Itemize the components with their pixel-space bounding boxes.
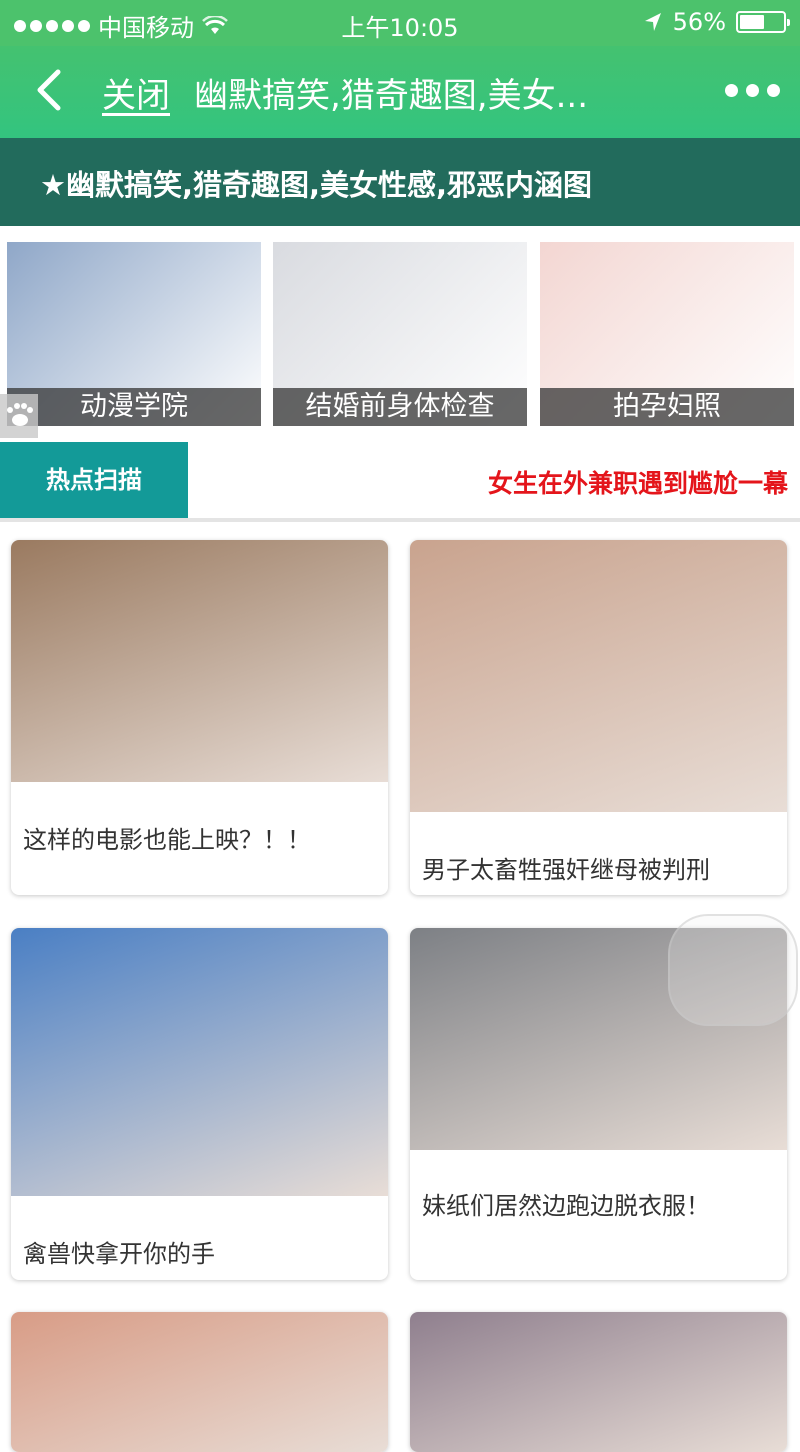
article-thumbnail bbox=[11, 540, 388, 782]
category-label: 动漫学院 bbox=[7, 388, 261, 426]
article-title: 男子太畜牲强奸继母被判刑 bbox=[422, 856, 710, 884]
location-arrow-icon bbox=[644, 13, 661, 31]
battery-fill bbox=[740, 15, 764, 29]
paw-icon[interactable] bbox=[0, 394, 38, 438]
article-card[interactable] bbox=[410, 1312, 787, 1452]
article-thumbnail bbox=[11, 1312, 388, 1452]
article-card[interactable]: 禽兽快拿开你的手 bbox=[11, 928, 388, 1280]
category-card[interactable]: 拍孕妇照 bbox=[540, 242, 794, 426]
article-card[interactable]: 这样的电影也能上映？！！ bbox=[11, 540, 388, 895]
site-banner: ★幽默搞笑,猎奇趣图,美女性感,邪恶内涵图 bbox=[0, 138, 800, 226]
article-card[interactable] bbox=[11, 1312, 388, 1452]
status-right: 56% bbox=[643, 8, 790, 36]
article-thumbnail bbox=[410, 1312, 787, 1452]
banner-text: ★幽默搞笑,猎奇趣图,美女性感,邪恶内涵图 bbox=[40, 168, 593, 202]
category-grid: 动漫学院 结婚前身体检查 拍孕妇照 bbox=[0, 242, 800, 428]
nav-bar: 关闭 幽默搞笑,猎奇趣图,美女... bbox=[0, 46, 800, 138]
battery-icon bbox=[736, 11, 790, 33]
tab-hot-scan[interactable]: 热点扫描 bbox=[0, 442, 188, 518]
category-card[interactable]: 结婚前身体检查 bbox=[273, 242, 527, 426]
more-icon[interactable] bbox=[725, 84, 780, 97]
hot-marquee-link[interactable]: 女生在外兼职遇到尴尬一幕 bbox=[488, 464, 788, 500]
back-chevron-icon[interactable] bbox=[30, 66, 66, 114]
article-thumbnail bbox=[11, 928, 388, 1196]
article-title: 禽兽快拿开你的手 bbox=[23, 1240, 215, 1268]
article-thumbnail bbox=[410, 540, 787, 812]
article-card[interactable]: 男子太畜牲强奸继母被判刑 bbox=[410, 540, 787, 895]
divider bbox=[0, 518, 800, 522]
category-label: 结婚前身体检查 bbox=[273, 388, 527, 426]
page-title: 幽默搞笑,猎奇趣图,美女... bbox=[194, 76, 589, 116]
article-title: 这样的电影也能上映？！！ bbox=[23, 826, 311, 854]
category-card[interactable]: 动漫学院 bbox=[7, 242, 261, 426]
status-bar: 中国移动 上午10:05 56% bbox=[0, 0, 800, 46]
category-label: 拍孕妇照 bbox=[540, 388, 794, 426]
article-title: 妹纸们居然边跑边脱衣服！ bbox=[422, 1192, 710, 1220]
battery-percent: 56% bbox=[672, 8, 726, 36]
floating-scroll-button[interactable] bbox=[668, 914, 798, 1026]
close-link[interactable]: 关闭 bbox=[102, 68, 170, 117]
